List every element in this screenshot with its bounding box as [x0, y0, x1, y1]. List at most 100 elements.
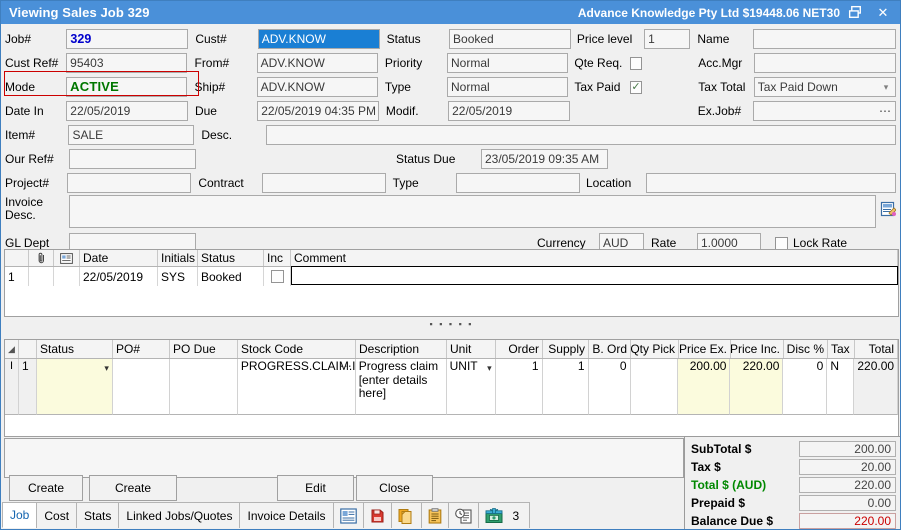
status-chevron-down-icon[interactable]: ▾ [104, 362, 109, 376]
our-ref-field[interactable] [69, 149, 196, 169]
tab-money-gift-icon[interactable] [478, 502, 510, 528]
contract-field[interactable] [262, 173, 386, 193]
items-cell-marker[interactable]: I [5, 359, 19, 415]
price-level-field[interactable]: 1 [644, 29, 690, 49]
tab-invoice-details[interactable]: Invoice Details [239, 502, 333, 528]
items-cell-price-ex[interactable]: 200.00 [678, 359, 730, 415]
status-due-field[interactable]: 23/05/2019 09:35 AM [481, 149, 608, 169]
panel-splitter[interactable]: ▪ ▪ ▪ ▪ ▪ [4, 319, 899, 329]
items-col-disc-pct[interactable]: Disc % [784, 340, 828, 358]
items-cell-po-no[interactable] [113, 359, 170, 415]
acc-mgr-field[interactable] [754, 53, 896, 73]
comments-grid[interactable]: Date Initials Status Inc Comment 1 22/05… [4, 249, 899, 317]
items-cell-status[interactable]: ▾ [37, 359, 113, 415]
items-col-tax[interactable]: Tax [828, 340, 855, 358]
items-cell-order[interactable]: 1 [496, 359, 543, 415]
invoice-desc-field[interactable] [69, 195, 876, 228]
close-button[interactable]: Close [356, 475, 433, 501]
edit-button[interactable]: Edit [277, 475, 354, 501]
chevron-down-icon[interactable]: ▾ [879, 79, 893, 95]
items-cell-po-due[interactable] [170, 359, 238, 415]
items-col-po-no[interactable]: PO# [113, 340, 170, 358]
tab-copy-pages-icon[interactable] [391, 502, 422, 528]
qte-req-checkbox[interactable] [630, 57, 642, 70]
items-cell-total[interactable]: 220.00 [854, 359, 898, 415]
mode-field[interactable]: ACTIVE [66, 77, 187, 97]
comments-cell-status[interactable]: Booked [198, 267, 264, 286]
items-cell-b-ord[interactable]: 0 [589, 359, 631, 415]
date-in-field[interactable]: 22/05/2019 [66, 101, 188, 121]
comments-cell-comment[interactable] [291, 266, 898, 285]
ex-job-no-field[interactable]: ⋯ [753, 101, 896, 121]
comments-col-date[interactable]: Date [80, 250, 158, 266]
items-col-status[interactable]: Status [37, 340, 113, 358]
items-col-order[interactable]: Order [496, 340, 543, 358]
tax-total-field[interactable]: Tax Paid Down ▾ [754, 77, 896, 97]
tax-paid-checkbox[interactable]: ✓ [630, 81, 642, 94]
items-col-qty-pick[interactable]: Qty Pick [631, 340, 679, 358]
comments-cell-attachment[interactable] [29, 267, 54, 286]
items-col-price-ex[interactable]: Price Ex. [679, 340, 731, 358]
project-no-field[interactable] [67, 173, 191, 193]
create-quote-button[interactable]: Create Quote [9, 475, 83, 501]
line-item-row[interactable]: I 1 ▾ PROGRESS.CLAIM.I ⋯ Progress claim … [5, 359, 898, 415]
items-cell-price-inc[interactable]: 220.00 [730, 359, 783, 415]
lock-rate-checkbox[interactable] [775, 237, 788, 250]
tab-stats[interactable]: Stats [76, 502, 119, 528]
items-col-description[interactable]: Description [356, 340, 447, 358]
modif-field[interactable]: 22/05/2019 [448, 101, 570, 121]
items-col-price-inc[interactable]: Price Inc. [731, 340, 784, 358]
items-col-corner[interactable]: ◢ [5, 340, 19, 358]
items-col-total[interactable]: Total [855, 340, 898, 358]
comments-cell-note[interactable] [54, 267, 80, 286]
items-col-po-due[interactable]: PO Due [170, 340, 238, 358]
restore-icon[interactable] [842, 2, 868, 23]
tab-clipboard-icon[interactable] [421, 502, 449, 528]
ship-no-field[interactable]: ADV.KNOW [257, 77, 378, 97]
comments-cell-inc[interactable] [264, 267, 291, 286]
name-field[interactable] [753, 29, 896, 49]
comments-col-initials[interactable]: Initials [158, 250, 198, 266]
stock-code-ellipsis-icon[interactable]: ⋯ [340, 360, 352, 374]
items-cell-disc-pct[interactable]: 0 [783, 359, 827, 415]
items-cell-unit[interactable]: UNIT ▾ [447, 359, 496, 415]
tab-history-doc-icon[interactable] [448, 502, 479, 528]
tab-job[interactable]: Job [2, 502, 37, 528]
unit-chevron-down-icon[interactable]: ▾ [487, 362, 492, 376]
priority-field[interactable]: Normal [447, 53, 568, 73]
inc-checkbox[interactable] [271, 270, 284, 283]
items-cell-rownum[interactable]: 1 [19, 359, 37, 415]
items-cell-tax[interactable]: N [827, 359, 854, 415]
comments-col-status[interactable]: Status [198, 250, 264, 266]
note-icon[interactable] [54, 250, 80, 266]
from-no-field[interactable]: ADV.KNOW [257, 53, 378, 73]
item-no-field[interactable]: SALE [68, 125, 194, 145]
items-cell-description[interactable]: Progress claim [enter details here] [356, 359, 447, 415]
due-field[interactable]: 22/05/2019 04:35 PM [257, 101, 379, 121]
comments-grid-empty-area[interactable] [5, 286, 898, 316]
status-field[interactable]: Booked [449, 29, 571, 49]
comments-row[interactable]: 1 22/05/2019 SYS Booked [5, 267, 898, 286]
items-col-supply[interactable]: Supply [543, 340, 589, 358]
items-col-unit[interactable]: Unit [447, 340, 496, 358]
attachment-icon[interactable] [29, 250, 54, 266]
desc-field[interactable] [266, 125, 896, 145]
tab-details-card-icon[interactable] [333, 502, 364, 528]
cust-no-field[interactable]: ADV.KNOW [258, 29, 380, 49]
line-items-grid[interactable]: ◢ Status PO# PO Due Stock Code Descripti… [4, 339, 899, 437]
tab-linked-jobs-quotes[interactable]: Linked Jobs/Quotes [118, 502, 240, 528]
comments-cell-rownum[interactable]: 1 [5, 267, 29, 286]
job-no-field[interactable]: 329 [66, 29, 188, 49]
note-edit-icon[interactable] [880, 201, 896, 220]
location-field[interactable] [646, 173, 896, 193]
items-cell-stock-code[interactable]: PROGRESS.CLAIM.I ⋯ [238, 359, 356, 415]
items-col-b-ord[interactable]: B. Ord [589, 340, 631, 358]
tab-cost[interactable]: Cost [36, 502, 77, 528]
comments-cell-initials[interactable]: SYS [158, 267, 198, 286]
ellipsis-icon[interactable]: ⋯ [879, 107, 892, 115]
comments-col-rownum[interactable] [5, 250, 29, 266]
close-icon[interactable]: ✕ [870, 2, 896, 23]
tab-red-folder-icon[interactable] [363, 502, 392, 528]
comments-col-inc[interactable]: Inc [264, 250, 291, 266]
items-cell-supply[interactable]: 1 [543, 359, 589, 415]
